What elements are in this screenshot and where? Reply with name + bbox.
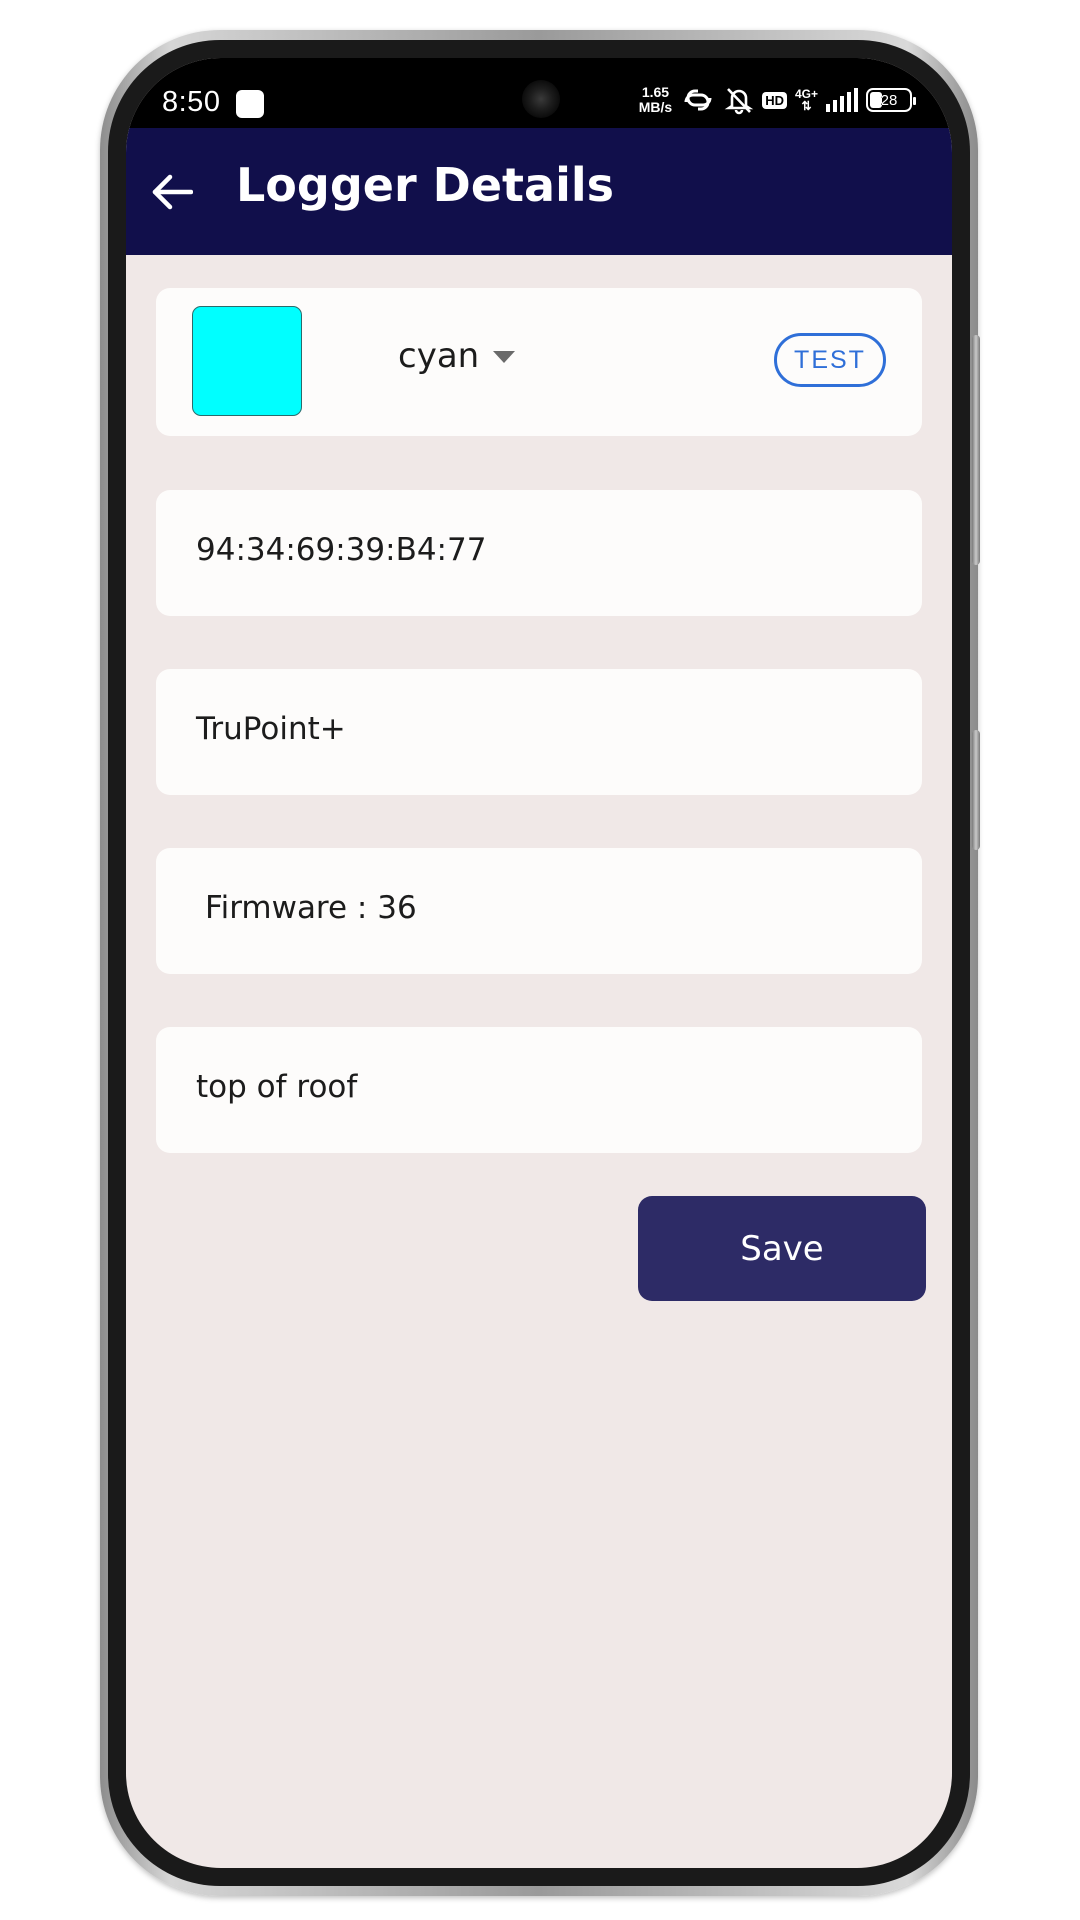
bell-muted-icon (724, 88, 754, 115)
mac-address-value: 94:34:69:39:B4:77 (196, 532, 487, 568)
network-speed: 1.65 MB/s (639, 85, 672, 115)
power-button (972, 730, 980, 850)
status-icons: 1.65 MB/s HD 4G+ ⇅ 28 (639, 78, 916, 122)
net-speed-value: 1.65 (641, 84, 670, 100)
battery-level: 28 (880, 91, 898, 109)
status-time: 8:50 (162, 86, 221, 118)
mac-address-field[interactable]: 94:34:69:39:B4:77 (156, 490, 922, 616)
signal-bars-icon (826, 88, 858, 112)
dropdown-caret-icon (493, 351, 516, 363)
network-type: 4G+ ⇅ (795, 88, 818, 112)
notification-icon (236, 90, 264, 118)
arrow-left-icon (152, 174, 193, 210)
status-bar: 8:50 1.65 MB/s HD 4G+ ⇅ 28 (126, 58, 952, 128)
app-bar: Logger Details (126, 128, 952, 255)
battery-icon: 28 (866, 88, 916, 112)
hotspot-link-icon (684, 89, 712, 111)
page-title: Logger Details (236, 158, 614, 212)
hd-badge: HD (762, 91, 787, 109)
data-arrows-icon: ⇅ (801, 99, 812, 113)
color-dropdown[interactable]: cyan (398, 336, 516, 376)
location-field[interactable]: top of roof (156, 1027, 922, 1153)
device-name-field[interactable]: TruPoint+ (156, 669, 922, 795)
device-name-value: TruPoint+ (196, 711, 346, 747)
color-swatch[interactable] (192, 306, 302, 416)
screen: 8:50 1.65 MB/s HD 4G+ ⇅ 28 Logger Detail… (126, 58, 952, 1868)
net-speed-unit: MB/s (638, 99, 673, 115)
save-button[interactable]: Save (638, 1196, 926, 1301)
volume-button (972, 335, 980, 565)
firmware-value: Firmware : 36 (205, 890, 417, 926)
front-camera (522, 80, 560, 118)
back-button[interactable] (148, 168, 196, 216)
test-button[interactable]: TEST (774, 333, 886, 387)
color-dropdown-value: cyan (398, 336, 480, 376)
location-value: top of roof (196, 1069, 358, 1105)
color-selector-card: cyan TEST (156, 288, 922, 436)
firmware-field: Firmware : 36 (156, 848, 922, 974)
